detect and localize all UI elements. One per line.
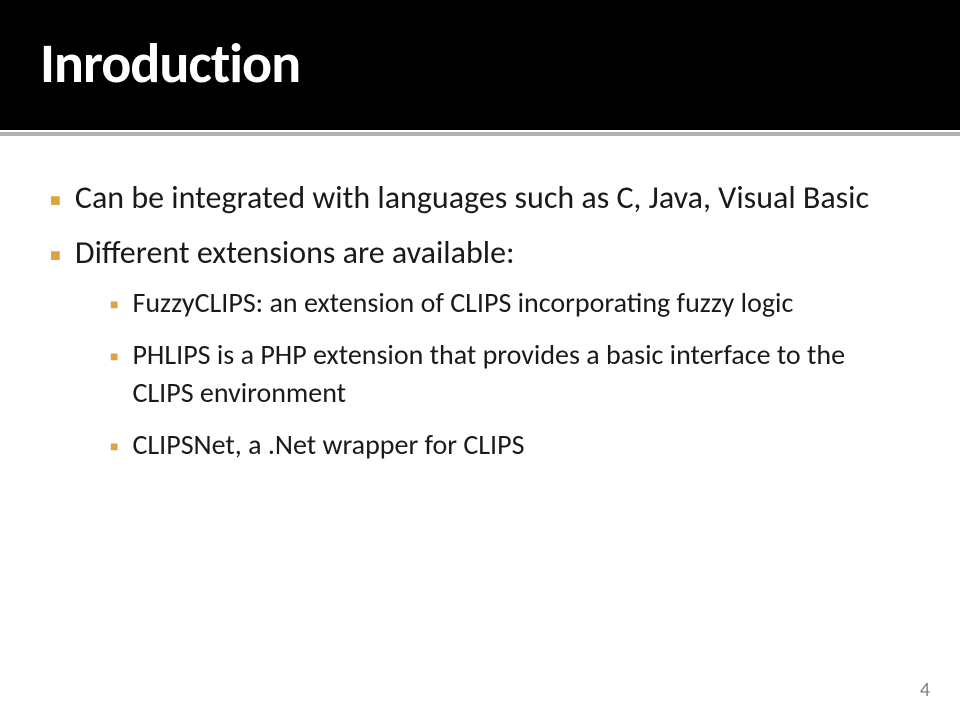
slide-header: Inroduction xyxy=(0,0,960,130)
bullet-icon: ■ xyxy=(50,243,61,267)
bullet-icon: ■ xyxy=(110,296,118,315)
list-item: ■ FuzzyCLIPS: an extension of CLIPS inco… xyxy=(110,284,910,322)
slide-title: Inroduction xyxy=(40,30,920,98)
slide-body: ■ Can be integrated with languages such … xyxy=(0,136,960,464)
bullet-icon: ■ xyxy=(110,438,118,457)
bullet-icon: ■ xyxy=(50,188,61,212)
bullet-icon: ■ xyxy=(110,348,118,367)
bullet-text: PHLIPS is a PHP extension that provides … xyxy=(132,336,910,412)
bullet-text: FuzzyCLIPS: an extension of CLIPS incorp… xyxy=(132,284,793,322)
sub-bullet-list: ■ FuzzyCLIPS: an extension of CLIPS inco… xyxy=(110,284,910,463)
list-item: ■ Different extensions are available: ■ … xyxy=(50,231,910,463)
bullet-list: ■ Can be integrated with languages such … xyxy=(50,176,910,464)
page-number: 4 xyxy=(920,678,930,702)
list-item: ■ CLIPSNet, a .Net wrapper for CLIPS xyxy=(110,426,910,464)
list-item: ■ PHLIPS is a PHP extension that provide… xyxy=(110,336,910,412)
bullet-text: Different extensions are available: xyxy=(75,231,515,274)
bullet-text: CLIPSNet, a .Net wrapper for CLIPS xyxy=(132,426,524,464)
list-item: ■ Can be integrated with languages such … xyxy=(50,176,910,219)
bullet-text: Can be integrated with languages such as… xyxy=(75,176,869,219)
